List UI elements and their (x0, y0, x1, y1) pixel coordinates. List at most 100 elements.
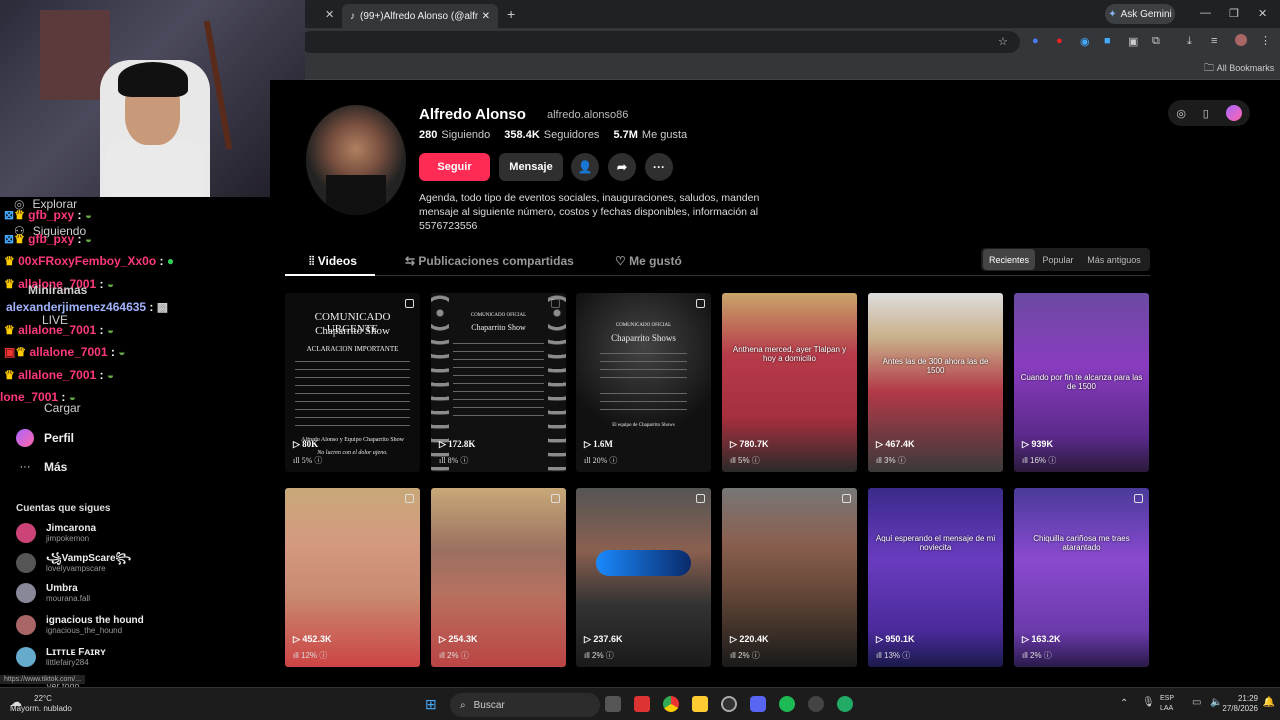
crown-icon: ♛ (14, 232, 25, 246)
windows-icon[interactable]: ⊞ (425, 696, 441, 712)
view-count: ▷ 172.8K (439, 439, 476, 449)
nav-more[interactable]: ··· Más (16, 458, 68, 476)
following-item[interactable]: Lɪᴛᴛʟᴇ Fᴀɪʀʏ littlefairy284 (16, 647, 106, 667)
nav-minidramas[interactable]: Miniramas (28, 283, 87, 297)
video-card[interactable]: ▷ 452.3K ıll 12% ⓘ (285, 488, 420, 667)
download-icon[interactable]: ⤓ (1187, 35, 1192, 48)
video-card[interactable]: ▷ 254.3K ıll 2% ⓘ (431, 488, 566, 667)
extension-icon[interactable]: ● (1032, 35, 1039, 47)
sort-popular[interactable]: Popular (1037, 249, 1079, 270)
task-view-icon[interactable] (605, 696, 621, 712)
sort-oldest[interactable]: Más antiguos (1081, 249, 1147, 270)
tiktok-icon: ♪ (350, 10, 355, 22)
chrome-icon[interactable] (663, 696, 679, 712)
chevron-up-icon[interactable]: ⌃ (1120, 698, 1128, 709)
video-card[interactable]: COMUNICADO URGENTE Chaparrito Show ACLAR… (285, 293, 420, 472)
minimize-icon[interactable]: — (1200, 7, 1211, 19)
badge-icon: ⊠ (4, 232, 15, 246)
avatar[interactable] (1225, 105, 1242, 121)
notification-icon[interactable]: 🔔 (1263, 697, 1275, 708)
app-icon[interactable] (634, 696, 650, 712)
video-card[interactable]: Cuando por fin te alcanza para las de 15… (1014, 293, 1149, 472)
followers-stat[interactable]: 358.4K Seguidores (504, 129, 599, 141)
browser-tab-tiktok[interactable]: ♪ (99+)Alfredo Alonso (@alfredo... ✕ (342, 4, 498, 28)
view-count: ▷ 1.6M (584, 439, 613, 449)
ask-gemini-button[interactable]: ✦ Ask Gemini (1105, 4, 1175, 24)
following-item[interactable]: ignacious the hound ignacious_the_hound (16, 615, 144, 635)
extension-icon[interactable]: ■ (1104, 35, 1111, 47)
chat-line: ♛ 00xFRoxyFemboy_Xx0o : ● (4, 254, 175, 268)
avatar[interactable] (1235, 34, 1247, 46)
puzzle-icon[interactable]: ⧉ (1152, 35, 1160, 48)
app-icon[interactable] (837, 696, 853, 712)
compass-icon[interactable]: ◎ (1176, 107, 1186, 120)
engagement: ıll 3% ⓘ (876, 456, 906, 465)
video-card[interactable]: COMUNICADO OFICIAL Chaparrito Show ▷ 172… (431, 293, 566, 472)
star-icon[interactable]: ☆ (998, 35, 1008, 48)
kebab-icon[interactable]: ⋮ (1260, 34, 1271, 47)
follow-button[interactable]: Seguir (419, 153, 490, 181)
nav-profile[interactable]: Perfil (16, 429, 74, 447)
cat-emote-icon: ▩ (156, 300, 169, 314)
mic-icon[interactable]: 🎙 (1142, 697, 1155, 708)
monitor-icon[interactable]: ▭ (1192, 697, 1201, 708)
new-tab-icon[interactable]: + (507, 6, 515, 22)
menu-list-icon[interactable]: ≡ (1211, 35, 1217, 47)
add-friend-icon[interactable]: 👤 (571, 153, 599, 181)
share-icon[interactable]: ➦ (608, 153, 636, 181)
window-close-icon[interactable]: ✕ (1258, 7, 1267, 20)
close-tab-icon[interactable]: ✕ (325, 8, 334, 21)
view-count: ▷ 237.6K (584, 634, 623, 644)
taskbar-search[interactable]: ⌕ Buscar (450, 693, 600, 717)
engagement: ıll 2% ⓘ (439, 651, 469, 660)
close-icon[interactable]: ✕ (482, 11, 490, 22)
tab-reposts[interactable]: ⇆ Publicaciones compartidas (405, 254, 574, 268)
phone-icon[interactable]: ▯ (1203, 107, 1209, 120)
taskbar: ☁ 22°C Mayorm. nublado ⊞ ⌕ Buscar ⌃ 🎙 ES… (0, 687, 1280, 720)
extension-icon[interactable]: ● (1056, 35, 1063, 47)
video-card[interactable]: Chiquilla cariñosa me traes atarantado ▷… (1014, 488, 1149, 667)
video-card[interactable]: Antes las de 300 ahora las de 1500 ▷ 467… (868, 293, 1003, 472)
pepe-emote-icon: ◒ (84, 232, 93, 246)
obs-icon[interactable] (808, 696, 824, 712)
folder-icon[interactable] (692, 696, 708, 712)
weather-widget[interactable]: ☁ 22°C Mayorm. nublado (10, 694, 72, 714)
spotify-icon[interactable] (779, 696, 795, 712)
speaker-icon[interactable]: 🔈 (1210, 697, 1222, 708)
message-button[interactable]: Mensaje (499, 153, 563, 181)
extension-icon[interactable]: ◉ (1080, 35, 1090, 48)
pepe-emote-icon: ◒ (118, 345, 126, 359)
video-card[interactable]: COMUNICADO OFICIAL Chaparrito Shows El e… (576, 293, 711, 472)
following-item[interactable]: Umbra mourana.fall (16, 583, 90, 603)
flowers-decor (548, 293, 566, 472)
view-count: ▷ 467.4K (876, 439, 915, 449)
engagement: ıll 8% ⓘ (439, 456, 469, 465)
tab-videos[interactable]: ⦙⦙ Videos (309, 254, 357, 269)
maximize-icon[interactable]: ❐ (1229, 7, 1239, 20)
nav-upload[interactable]: Cargar (44, 401, 81, 415)
more-options-icon[interactable]: ··· (645, 153, 673, 181)
video-card[interactable]: Anthena merced, ayer Tlalpan y hoy a dom… (722, 293, 857, 472)
language-indicator[interactable]: ESP LAA (1160, 694, 1174, 714)
engagement: ıll 13% ⓘ (876, 651, 911, 660)
emote-icon: ● (166, 254, 175, 268)
extension-icon[interactable]: ▣ (1128, 35, 1138, 48)
clock[interactable]: 21:29 27/8/2026 (1222, 694, 1258, 714)
video-card[interactable]: ▷ 237.6K ıll 2% ⓘ (576, 488, 711, 667)
all-bookmarks[interactable]: 🗀 All Bookmarks (1204, 61, 1274, 78)
following-item[interactable]: ꧁VampScare꧂ lovelyvampscare (16, 553, 131, 573)
video-card[interactable]: ▷ 220.4K ıll 2% ⓘ (722, 488, 857, 667)
pin-icon (405, 299, 414, 308)
ellipsis-icon: ··· (19, 461, 31, 473)
following-stat[interactable]: 280 Siguiendo (419, 129, 490, 141)
url-input[interactable] (300, 31, 1020, 53)
app-icon[interactable] (721, 696, 737, 712)
sort-recent[interactable]: Recientes (983, 249, 1035, 270)
sunglasses (596, 550, 691, 576)
following-item[interactable]: Jimcarona jimpokemon (16, 523, 96, 543)
crown-icon: ♛ (4, 323, 15, 337)
tab-underline (285, 274, 375, 276)
video-card[interactable]: Aquí esperando el mensaje de mi noviecit… (868, 488, 1003, 667)
tab-liked[interactable]: ♡ Me gustó (615, 254, 682, 268)
discord-icon[interactable] (750, 696, 766, 712)
